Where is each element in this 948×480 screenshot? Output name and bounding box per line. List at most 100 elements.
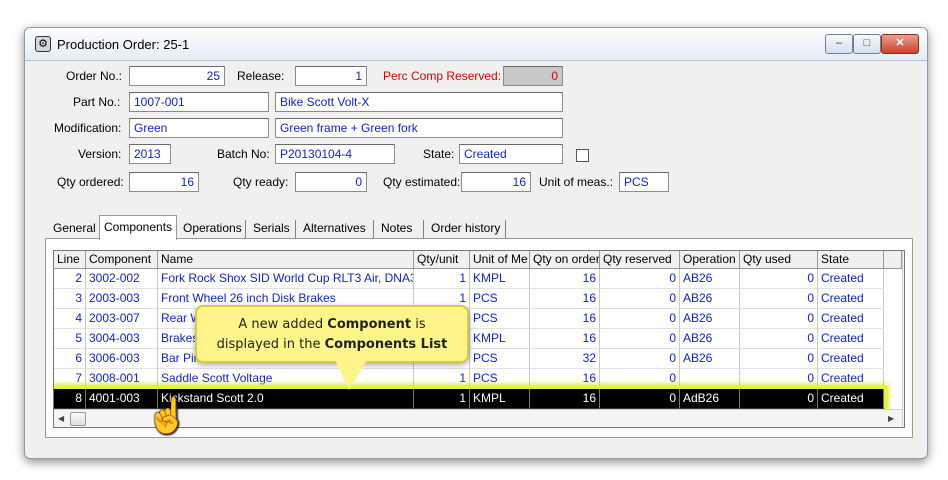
cell-component[interactable]: 2003-003	[86, 289, 158, 309]
order-no-field[interactable]: 25	[129, 66, 225, 86]
cell-state[interactable]: Created	[818, 369, 884, 389]
state-field[interactable]: Created	[459, 144, 563, 164]
cell-qty-on-order[interactable]: 16	[530, 289, 600, 309]
tab-operations[interactable]: Operations	[179, 218, 246, 238]
tab-general[interactable]: General	[49, 218, 100, 238]
cell-unit[interactable]: KMPL	[470, 269, 530, 289]
cell-line[interactable]: 6	[54, 349, 86, 369]
cell-component[interactable]: 3006-003	[86, 349, 158, 369]
cell-name[interactable]: Kickstand Scott 2.0	[158, 389, 414, 409]
minimize-button[interactable]: ‒	[825, 34, 853, 54]
cell-unit[interactable]: KMPL	[470, 329, 530, 349]
cell-qty-on-order[interactable]: 16	[530, 269, 600, 289]
cell-qty-used[interactable]: 0	[740, 329, 818, 349]
column-header-operation[interactable]: Operation	[680, 251, 740, 269]
column-header-line[interactable]: Line	[54, 251, 86, 269]
cell-operation[interactable]: AdB26	[680, 389, 740, 409]
tab-alternatives[interactable]: Alternatives	[299, 218, 370, 238]
cell-operation[interactable]: AB26	[680, 269, 740, 289]
state-checkbox[interactable]	[576, 149, 589, 162]
column-header-qty-on-order[interactable]: Qty on order	[530, 251, 600, 269]
cell-qty-on-order[interactable]: 16	[530, 389, 600, 409]
cell-qty-on-order[interactable]: 16	[530, 309, 600, 329]
table-row[interactable]: 2 3002-002 Fork Rock Shox SID World Cup RL…	[54, 269, 884, 289]
cell-qty-reserved[interactable]: 0	[600, 389, 680, 409]
cell-line[interactable]: 2	[54, 269, 86, 289]
cell-state[interactable]: Created	[818, 349, 884, 369]
horizontal-scroll-thumb[interactable]	[70, 412, 86, 426]
cell-operation[interactable]: AB26	[680, 309, 740, 329]
column-header-qty-used[interactable]: Qty used	[740, 251, 818, 269]
cell-unit[interactable]: PCS	[470, 309, 530, 329]
cell-component[interactable]: 3004-003	[86, 329, 158, 349]
cell-state[interactable]: Created	[818, 329, 884, 349]
version-field[interactable]: 2013	[129, 144, 171, 164]
scroll-left-icon[interactable]: ◀	[58, 414, 64, 423]
column-header-state[interactable]: State	[818, 251, 884, 269]
table-row[interactable]: 3 2003-003 Front Wheel 26 inch Disk Brakes…	[54, 289, 884, 309]
cell-unit[interactable]: PCS	[470, 349, 530, 369]
cell-qty-unit[interactable]: 1	[414, 369, 470, 389]
batch-no-field[interactable]: P20130104-4	[275, 144, 395, 164]
cell-component[interactable]: 3002-002	[86, 269, 158, 289]
cell-component[interactable]: 2003-007	[86, 309, 158, 329]
cell-qty-on-order[interactable]: 16	[530, 329, 600, 349]
cell-operation[interactable]: AB26	[680, 289, 740, 309]
scroll-right-icon[interactable]: ▶	[888, 414, 894, 423]
cell-qty-unit[interactable]: 1	[414, 269, 470, 289]
column-header-qty-unit[interactable]: Qty/unit	[414, 251, 470, 269]
table-row[interactable]: 7 3008-001 Saddle Scott Voltage 1 PCS 16 0 0 Cre…	[54, 369, 884, 389]
cell-unit[interactable]: PCS	[470, 289, 530, 309]
cell-line[interactable]: 8	[54, 389, 86, 409]
qty-ordered-field[interactable]: 16	[129, 172, 199, 192]
cell-operation[interactable]: AB26	[680, 329, 740, 349]
cell-qty-used[interactable]: 0	[740, 289, 818, 309]
cell-qty-used[interactable]: 0	[740, 369, 818, 389]
part-no-field[interactable]: 1007-001	[129, 92, 269, 112]
table-row[interactable]: 53004-003Brakes1KMPL160AB260Created	[54, 329, 884, 349]
cell-qty-reserved[interactable]: 0	[600, 349, 680, 369]
modification-field[interactable]: Green	[129, 118, 269, 138]
cell-qty-used[interactable]: 0	[740, 269, 818, 289]
table-row[interactable]: 63006-003Bar Pin2PCS320AB260Created	[54, 349, 884, 369]
unit-field[interactable]: PCS	[619, 172, 669, 192]
tab-serials[interactable]: Serials	[249, 218, 294, 238]
cell-qty-unit[interactable]: 1	[414, 389, 470, 409]
tab-order-history[interactable]: Order history	[427, 218, 504, 238]
cell-qty-on-order[interactable]: 32	[530, 349, 600, 369]
column-header-qty-reserved[interactable]: Qty reserved	[600, 251, 680, 269]
cell-operation[interactable]	[680, 369, 740, 389]
cell-name[interactable]: Saddle Scott Voltage	[158, 369, 414, 389]
vertical-scrollbar[interactable]: ▲ ▼	[902, 251, 904, 427]
cell-state[interactable]: Created	[818, 389, 884, 409]
column-header-name[interactable]: Name	[158, 251, 414, 269]
cell-state[interactable]: Created	[818, 289, 884, 309]
tab-notes[interactable]: Notes	[377, 218, 416, 238]
column-header-component[interactable]: Component	[86, 251, 158, 269]
modification-description-field[interactable]: Green frame + Green fork	[275, 118, 563, 138]
cell-name[interactable]: Fork Rock Shox SID World Cup RLT3 Air, D…	[158, 269, 414, 289]
cell-line[interactable]: 7	[54, 369, 86, 389]
qty-estimated-field[interactable]: 16	[461, 172, 531, 192]
cell-state[interactable]: Created	[818, 309, 884, 329]
cell-state[interactable]: Created	[818, 269, 884, 289]
maximize-button[interactable]: □	[853, 34, 881, 54]
cell-unit[interactable]: KMPL	[470, 389, 530, 409]
cell-qty-reserved[interactable]: 0	[600, 309, 680, 329]
cell-line[interactable]: 5	[54, 329, 86, 349]
cell-line[interactable]: 3	[54, 289, 86, 309]
column-header-unit[interactable]: Unit of Me	[470, 251, 530, 269]
cell-qty-reserved[interactable]: 0	[600, 289, 680, 309]
part-description-field[interactable]: Bike Scott Volt-X	[275, 92, 563, 112]
tab-components[interactable]: Components	[99, 215, 178, 240]
cell-qty-used[interactable]: 0	[740, 389, 818, 409]
cell-line[interactable]: 4	[54, 309, 86, 329]
cell-unit[interactable]: PCS	[470, 369, 530, 389]
cell-qty-reserved[interactable]: 0	[600, 369, 680, 389]
cell-qty-used[interactable]: 0	[740, 309, 818, 329]
table-row[interactable]: 42003-007Rear Wheel1PCS160AB260Created	[54, 309, 884, 329]
cell-qty-on-order[interactable]: 16	[530, 369, 600, 389]
cell-qty-reserved[interactable]: 0	[600, 269, 680, 289]
close-button[interactable]: ✕	[881, 34, 919, 54]
cell-qty-reserved[interactable]: 0	[600, 329, 680, 349]
